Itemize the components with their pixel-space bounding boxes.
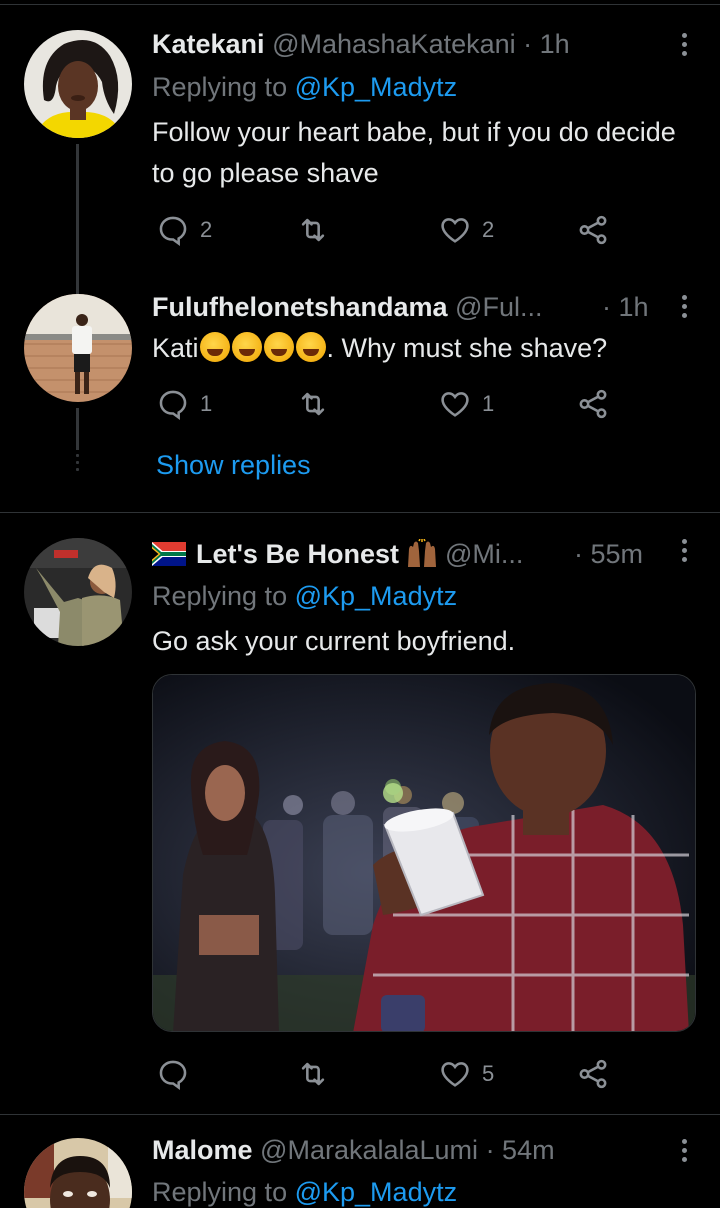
rolling-laughing-emoji (263, 332, 294, 362)
replying-to-link[interactable]: @Kp_Madytz (295, 581, 457, 611)
display-name[interactable]: Malome (152, 1135, 253, 1165)
rolling-laughing-emoji (295, 332, 326, 362)
like-count: 2 (482, 217, 495, 242)
like-count: 1 (482, 391, 495, 416)
more-icon[interactable] (678, 33, 690, 60)
more-icon[interactable] (678, 1139, 690, 1166)
thread-connector (76, 144, 79, 290)
username[interactable]: @Ful... (455, 292, 542, 322)
share-button[interactable] (576, 1056, 610, 1092)
tweet-fulufhelonetshandama[interactable]: Fulufhelonetshandama @Ful... · 1h Kati . … (0, 290, 720, 512)
timestamp[interactable]: · 54m (486, 1135, 555, 1165)
replying-to-line: Replying to @Kp_Madytz (152, 70, 457, 104)
reply-icon (159, 216, 187, 246)
tweet-actions: 1 1 (156, 386, 616, 422)
tweet-text-prefix: Kati (152, 333, 199, 363)
heart-icon (441, 392, 469, 417)
reply-button[interactable] (156, 1056, 200, 1092)
timestamp[interactable]: · 1h (602, 290, 649, 324)
rolling-laughing-emoji (199, 332, 230, 362)
share-icon (579, 389, 607, 419)
tweet-header: Fulufhelonetshandama @Ful... (152, 290, 542, 324)
reply-button[interactable]: 2 (156, 212, 212, 248)
tweet-actions: 5 (156, 1056, 616, 1092)
tweet-header: Malome @MarakalalaLumi · 54m (152, 1133, 555, 1167)
tweet-text: Go ask your current boyfriend. (152, 626, 516, 656)
display-name[interactable]: Let's Be Honest (196, 539, 399, 569)
display-name[interactable]: Fulufhelonetshandama (152, 292, 448, 322)
reply-icon (159, 1060, 187, 1090)
rolling-laughing-emoji (231, 332, 262, 362)
timestamp[interactable]: · 55m (574, 537, 643, 571)
raised-hands-emoji (407, 539, 436, 567)
retweet-icon (301, 218, 325, 242)
username[interactable]: @Mi... (445, 539, 523, 569)
tweet-lets-be-honest[interactable]: Let's Be Honest @Mi... · 55m Replying to… (0, 513, 720, 1113)
avatar-malome[interactable] (24, 1138, 132, 1208)
tweet-malome[interactable]: Malome @MarakalalaLumi · 54m Replying to… (0, 1115, 720, 1208)
reply-button[interactable]: 1 (156, 386, 212, 422)
thread-connector (76, 408, 79, 450)
retweet-button[interactable] (296, 212, 340, 248)
thread-connector-top (76, 290, 79, 294)
tweet-text-suffix: . Why must she shave? (326, 333, 608, 363)
thread-dotted-connector (76, 454, 79, 475)
reply-icon (159, 390, 187, 420)
heart-icon (441, 1062, 469, 1087)
more-icon[interactable] (678, 295, 690, 322)
reply-count: 1 (200, 391, 213, 416)
display-name[interactable]: Katekani (152, 29, 265, 59)
heart-icon (441, 218, 469, 243)
tweet-actions: 2 2 (156, 212, 616, 248)
replying-to-line: Replying to @Kp_Madytz (152, 579, 457, 613)
share-icon (579, 215, 607, 245)
username[interactable]: @MahashaKatekani (272, 29, 516, 59)
tweet-header: Let's Be Honest @Mi... (152, 537, 523, 571)
replying-label: Replying to (152, 581, 288, 611)
rofl-emoji-group (199, 332, 327, 363)
like-button[interactable]: 1 (438, 386, 494, 422)
show-replies-link[interactable]: Show replies (156, 450, 311, 481)
replying-to-link[interactable]: @Kp_Madytz (295, 72, 457, 102)
replying-label: Replying to (152, 72, 288, 102)
tweet-text: Follow your heart babe, but if you do de… (152, 117, 676, 188)
replying-label: Replying to (152, 1177, 288, 1207)
tweet-header: Katekani @MahashaKatekani · 1h (152, 27, 570, 61)
retweet-button[interactable] (296, 386, 340, 422)
avatar-fulufhelonetshandama[interactable] (24, 294, 132, 402)
retweet-icon (301, 1062, 325, 1086)
tweet-media-image[interactable] (152, 674, 696, 1032)
username[interactable]: @MarakalalaLumi (260, 1135, 478, 1165)
tweet-text: Kati . Why must she shave? (152, 328, 682, 369)
retweet-button[interactable] (296, 1056, 340, 1092)
replying-to-line: Replying to @Kp_Madytz (152, 1175, 457, 1208)
share-icon (579, 1059, 607, 1089)
tweet-katekani[interactable]: Katekani @MahashaKatekani · 1h Replying … (0, 0, 720, 290)
like-button[interactable]: 2 (438, 212, 494, 248)
like-button[interactable]: 5 (438, 1056, 494, 1092)
share-button[interactable] (576, 386, 610, 422)
more-icon[interactable] (678, 539, 690, 566)
share-button[interactable] (576, 212, 610, 248)
south-africa-flag-icon (152, 542, 186, 566)
timestamp[interactable]: · 1h (523, 29, 570, 59)
reply-count: 2 (200, 217, 213, 242)
retweet-icon (301, 392, 325, 416)
avatar-lets-be-honest[interactable] (24, 538, 132, 646)
avatar-katekani[interactable] (24, 30, 132, 138)
replying-to-link[interactable]: @Kp_Madytz (295, 1177, 457, 1207)
like-count: 5 (482, 1061, 495, 1086)
